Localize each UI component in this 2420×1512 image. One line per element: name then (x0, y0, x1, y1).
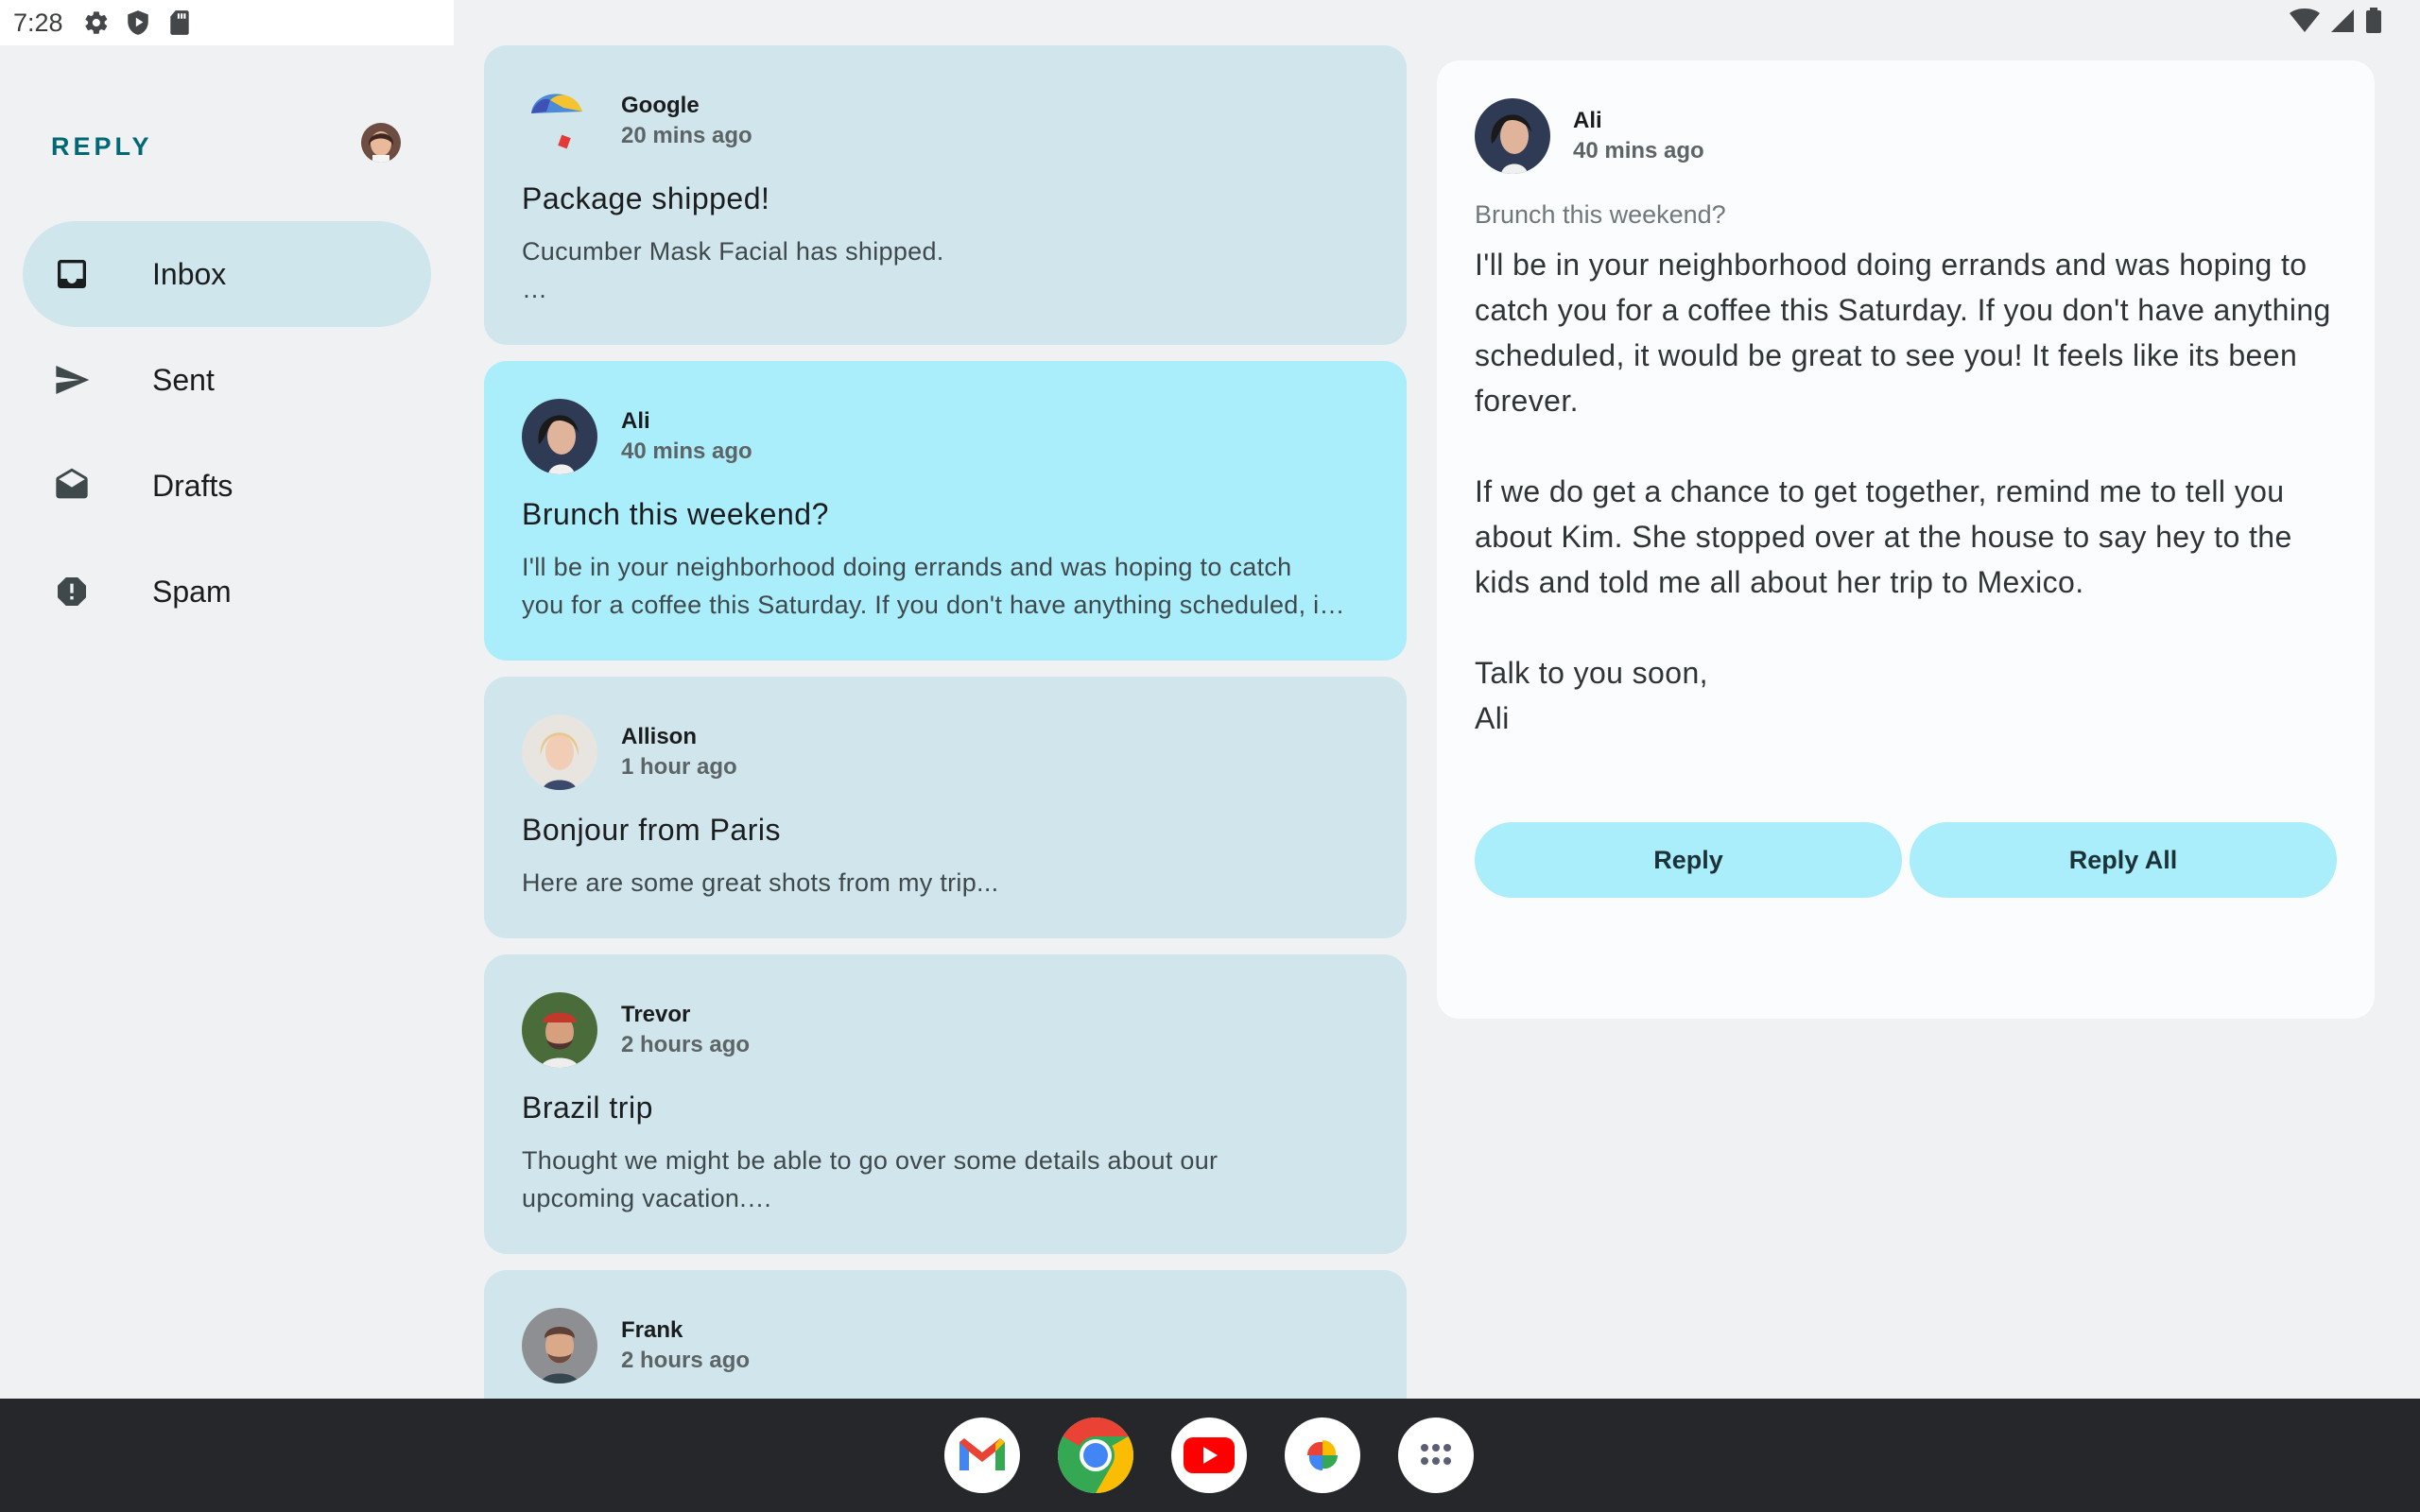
sender-avatar-google (522, 83, 597, 159)
email-preview: Cucumber Mask Facial has shipped. … (522, 237, 944, 303)
email-time: 40 mins ago (621, 438, 752, 464)
detail-sender-name: Ali (1573, 108, 1602, 133)
cell-signal-icon (2329, 8, 2356, 39)
status-bar: 7:28 (0, 0, 2420, 45)
sender-name: Allison (621, 724, 698, 749)
nav-item-label: Inbox (152, 256, 227, 291)
send-icon (53, 361, 91, 399)
nav-item-drafts[interactable]: Drafts (23, 433, 431, 539)
navigation-drawer: REPLY Inbox Sent Drafts Spam (0, 45, 454, 1399)
sender-avatar (522, 399, 597, 474)
email-body: I'll be in your neighborhood doing erran… (1475, 242, 2344, 741)
email-paragraph: I'll be in your neighborhood doing erran… (1475, 248, 2331, 418)
sender-name: Frank (621, 1317, 683, 1343)
status-bar-right (2290, 0, 2382, 45)
email-time: 1 hour ago (621, 754, 737, 780)
email-signature: Ali (1475, 701, 1510, 735)
email-preview: Here are some great shots from my trip..… (522, 868, 999, 897)
reply-all-button[interactable]: Reply All (1910, 822, 2337, 898)
sender-avatar (522, 1308, 597, 1383)
email-signoff: Talk to you soon, (1475, 656, 1708, 690)
taskbar (0, 1399, 2420, 1512)
email-list[interactable]: Google 20 mins ago Package shipped! Cucu… (484, 45, 1407, 1399)
nav-item-spam[interactable]: Spam (23, 539, 431, 644)
inbox-icon (53, 255, 91, 293)
app-drawer-icon[interactable] (1398, 1418, 1474, 1493)
email-card[interactable]: Google 20 mins ago Package shipped! Cucu… (484, 45, 1407, 345)
email-subject: Package shipped! (522, 181, 770, 215)
nav-item-label: Drafts (152, 468, 233, 503)
status-time: 7:28 (13, 8, 63, 37)
sender-avatar (1475, 98, 1550, 174)
photos-icon[interactable] (1285, 1418, 1360, 1493)
nav-item-inbox[interactable]: Inbox (23, 221, 431, 327)
battery-icon (2365, 7, 2382, 39)
sender-name: Ali (621, 408, 650, 434)
nav-item-label: Spam (152, 574, 232, 609)
sd-card-icon (165, 9, 194, 37)
email-time: 2 hours ago (621, 1348, 751, 1373)
wifi-icon (2290, 8, 2320, 39)
email-subject: Brunch this weekend? (522, 497, 829, 531)
reply-button[interactable]: Reply (1475, 822, 1902, 898)
status-bar-left: 7:28 (0, 0, 454, 45)
email-time: 20 mins ago (621, 123, 752, 148)
detail-subject: Brunch this weekend? (1475, 200, 1726, 229)
email-card[interactable]: Frank 2 hours ago (484, 1270, 1407, 1399)
gear-icon (82, 9, 111, 37)
youtube-icon[interactable] (1171, 1418, 1247, 1493)
email-card-selected[interactable]: Ali 40 mins ago Brunch this weekend? I'l… (484, 361, 1407, 661)
sender-avatar (522, 714, 597, 790)
nav-item-sent[interactable]: Sent (23, 327, 431, 433)
sender-avatar (522, 992, 597, 1068)
email-subject: Brazil trip (522, 1091, 653, 1125)
email-detail-pane: Ali 40 mins ago Brunch this weekend? I'l… (1437, 60, 2375, 1019)
email-time: 2 hours ago (621, 1032, 751, 1057)
detail-time: 40 mins ago (1573, 138, 1704, 163)
drafts-icon (53, 467, 91, 505)
report-icon (53, 573, 91, 610)
sender-name: Trevor (621, 1002, 691, 1027)
chrome-icon[interactable] (1058, 1418, 1133, 1493)
email-preview: Thought we might be able to go over some… (522, 1146, 1219, 1212)
app-brand: REPLY (51, 132, 153, 161)
email-paragraph: If we do get a chance to get together, r… (1475, 474, 2292, 599)
nav-item-label: Sent (152, 362, 215, 397)
account-avatar[interactable] (361, 123, 401, 163)
gmail-icon[interactable] (944, 1418, 1020, 1493)
shield-play-icon (124, 9, 152, 37)
email-subject: Bonjour from Paris (522, 813, 781, 847)
email-card[interactable]: Trevor 2 hours ago Brazil trip Thought w… (484, 954, 1407, 1254)
email-card[interactable]: Allison 1 hour ago Bonjour from Paris He… (484, 677, 1407, 938)
email-preview: I'll be in your neighborhood doing erran… (522, 553, 1345, 619)
sender-name: Google (621, 93, 700, 118)
